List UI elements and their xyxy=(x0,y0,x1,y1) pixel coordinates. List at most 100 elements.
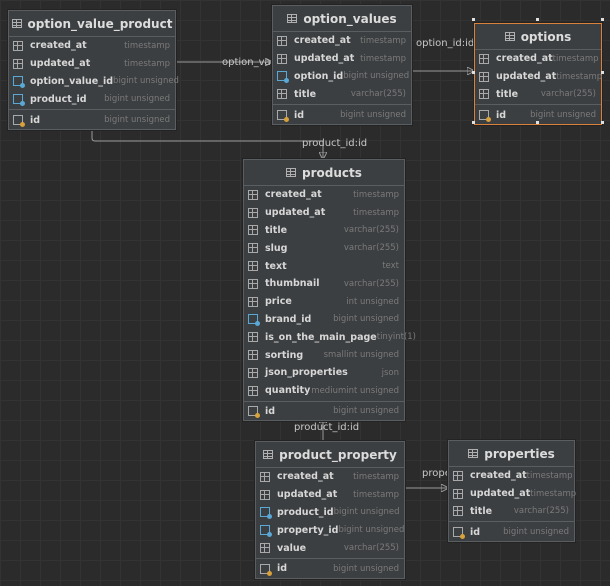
column-name: updated_at xyxy=(30,58,91,70)
column-type: varchar(255) xyxy=(343,243,399,254)
primary-key-icon xyxy=(277,110,289,123)
column-icon xyxy=(13,58,23,69)
column-row[interactable]: is_on_the_main_page tinyint(1) xyxy=(244,328,416,346)
column-row[interactable]: created_at timestamp xyxy=(273,32,411,50)
column-type: text xyxy=(382,261,399,272)
column-icon xyxy=(277,53,287,64)
column-name: created_at xyxy=(30,40,87,52)
column-row[interactable]: option_value_id bigint unsigned xyxy=(9,73,179,91)
column-row[interactable]: id bigint unsigned xyxy=(244,403,404,421)
table-header[interactable]: properties xyxy=(449,441,574,467)
column-type: json xyxy=(381,367,399,378)
column-row[interactable]: option_id bigint unsigned xyxy=(273,68,411,86)
column-row[interactable]: product_id bigint unsigned xyxy=(9,90,175,108)
column-type: bigint unsigned xyxy=(113,76,179,87)
column-row[interactable]: title varchar(255) xyxy=(244,222,404,240)
column-icon xyxy=(479,71,489,82)
selection-handle[interactable] xyxy=(472,71,475,74)
column-row[interactable]: id bigint unsigned xyxy=(449,523,574,541)
selection-handle[interactable] xyxy=(536,121,539,124)
column-row[interactable]: created_at timestamp xyxy=(244,186,404,204)
column-type: timestamp xyxy=(124,40,170,51)
column-name: product_id xyxy=(30,93,87,105)
table-properties[interactable]: properties created_at timestamp updated_at t… xyxy=(448,440,576,543)
column-icon xyxy=(248,189,258,200)
column-icon xyxy=(479,89,489,100)
column-name: is_on_the_main_page xyxy=(265,331,377,343)
selection-handle[interactable] xyxy=(601,71,604,74)
column-type: timestamp xyxy=(552,53,599,64)
selection-handle[interactable] xyxy=(601,18,604,21)
column-row[interactable]: property_id bigint unsigned xyxy=(256,521,404,539)
column-row[interactable]: product_id bigint unsigned xyxy=(256,504,404,522)
table-header[interactable]: products xyxy=(244,160,404,186)
column-icon xyxy=(248,332,258,343)
column-row[interactable]: slug varchar(255) xyxy=(244,239,404,257)
column-row[interactable]: updated_at timestamp xyxy=(475,68,602,86)
column-type: bigint unsigned xyxy=(343,71,410,82)
column-row[interactable]: updated_at timestamp xyxy=(256,486,404,504)
table-option-values[interactable]: option_values created_at timestamp updated_… xyxy=(272,5,412,125)
column-name: updated_at xyxy=(470,488,531,500)
column-type: bigint unsigned xyxy=(338,525,405,536)
column-name: text xyxy=(265,260,287,272)
column-row[interactable]: updated_at timestamp xyxy=(9,55,175,73)
column-row[interactable]: updated_at timestamp xyxy=(449,485,576,503)
column-name: price xyxy=(265,296,292,308)
table-option-value-product[interactable]: option_value_product created_at timestamp u… xyxy=(8,10,179,130)
column-row[interactable]: json_properties json xyxy=(244,364,404,382)
column-icon xyxy=(453,488,463,499)
relation-label-product-id-top: product_id:id xyxy=(302,138,368,149)
table-title: options xyxy=(520,29,572,44)
column-icon xyxy=(248,367,258,378)
column-type: timestamp xyxy=(353,489,399,500)
table-title: properties xyxy=(484,446,555,461)
column-type: bigint unsigned xyxy=(104,115,170,126)
column-name: title xyxy=(265,224,288,236)
table-header[interactable]: option_values xyxy=(273,6,411,32)
table-products[interactable]: products created_at timestamp updated_at tim… xyxy=(243,159,416,422)
column-row[interactable]: id bigint unsigned xyxy=(9,111,175,129)
table-title: option_value_product xyxy=(27,16,173,31)
column-row[interactable]: sorting smallint unsigned xyxy=(244,346,404,364)
column-row[interactable]: id bigint unsigned xyxy=(273,106,411,124)
column-name: id xyxy=(277,563,288,575)
column-row[interactable]: text text xyxy=(244,257,404,275)
foreign-key-icon xyxy=(277,71,289,84)
table-icon xyxy=(11,19,22,28)
column-row[interactable]: brand_id bigint unsigned xyxy=(244,311,404,329)
column-row[interactable]: title varchar(255) xyxy=(273,85,411,103)
column-row[interactable]: quantity mediumint unsigned xyxy=(244,382,404,400)
relation-label-product-id-bottom: product_id:id xyxy=(294,422,360,433)
column-row[interactable]: price int unsigned xyxy=(244,293,404,311)
column-row[interactable]: created_at timestamp xyxy=(256,468,404,486)
table-header[interactable]: options xyxy=(475,24,601,50)
column-row[interactable]: created_at timestamp xyxy=(9,37,175,55)
column-type: varchar(255) xyxy=(350,89,406,100)
selection-handle[interactable] xyxy=(601,121,604,124)
column-row[interactable]: thumbnail varchar(255) xyxy=(244,275,404,293)
column-type: bigint unsigned xyxy=(340,110,406,121)
selection-handle[interactable] xyxy=(472,18,475,21)
selection-handle[interactable] xyxy=(536,18,539,21)
column-row[interactable]: id bigint unsigned xyxy=(256,560,404,578)
column-type: bigint unsigned xyxy=(503,527,569,538)
column-row[interactable]: value varchar(255) xyxy=(256,539,404,557)
column-row[interactable]: title varchar(255) xyxy=(449,503,574,521)
column-name: created_at xyxy=(265,189,322,201)
column-row[interactable]: updated_at timestamp xyxy=(273,50,411,68)
column-name: id xyxy=(30,114,41,126)
column-row[interactable]: title varchar(255) xyxy=(475,86,601,104)
column-icon xyxy=(248,261,258,272)
column-row[interactable]: created_at timestamp xyxy=(475,50,601,68)
column-icon xyxy=(248,207,258,218)
table-header[interactable]: option_value_product xyxy=(9,11,175,37)
table-header[interactable]: product_property xyxy=(256,442,404,468)
selection-handle[interactable] xyxy=(472,121,475,124)
table-options[interactable]: options created_at timestamp updated_at time… xyxy=(474,23,602,126)
table-product-property[interactable]: product_property created_at timestamp updat… xyxy=(255,441,405,579)
foreign-key-icon xyxy=(260,507,272,520)
column-row[interactable]: updated_at timestamp xyxy=(244,204,404,222)
column-row[interactable]: created_at timestamp xyxy=(449,467,574,485)
column-icon xyxy=(453,470,463,481)
